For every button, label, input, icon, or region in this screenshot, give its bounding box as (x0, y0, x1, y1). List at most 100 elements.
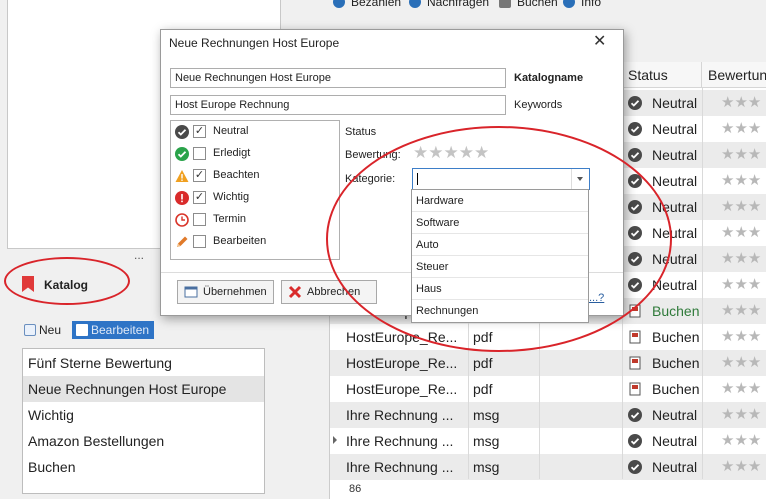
rating-stars[interactable]: ★★★ (721, 303, 761, 318)
column-header-rating[interactable]: Bewertung (702, 62, 766, 88)
star-icon[interactable]: ★ (721, 250, 734, 267)
star-icon[interactable]: ★ (734, 458, 747, 475)
star-icon[interactable]: ★ (734, 354, 747, 371)
star-icon[interactable]: ★ (748, 432, 761, 449)
list-item[interactable]: Wichtig (23, 402, 264, 428)
star-icon[interactable]: ★ (734, 224, 747, 241)
star-icon[interactable]: ★ (721, 406, 734, 423)
catalog-name-input[interactable] (170, 68, 506, 88)
rating-stars[interactable]: ★★★ (721, 251, 761, 266)
star-icon[interactable]: ★ (748, 146, 761, 163)
rating-stars[interactable]: ★★★ (721, 199, 761, 214)
inquire-button[interactable]: Nachfragen (409, 0, 489, 9)
table-row[interactable]: Ihre Rechnung ... msg Neutral ★★★ (330, 454, 766, 480)
table-row[interactable]: HostEurope_Re... pdf Buchen ★★★ (330, 376, 766, 402)
rating-stars[interactable]: ★★★ (721, 121, 761, 136)
list-item[interactable]: Fünf Sterne Bewertung (23, 350, 264, 376)
status-item-important[interactable]: ✓ Wichtig (171, 187, 339, 209)
star-icon[interactable]: ★ (748, 406, 761, 423)
rating-stars[interactable]: ★★★ (721, 407, 761, 422)
status-item-neutral[interactable]: ✓ Neutral (171, 121, 339, 143)
status-checkbox[interactable]: ✓ (193, 191, 206, 204)
star-icon[interactable]: ★ (734, 120, 747, 137)
rating-stars[interactable]: ★★★ (721, 277, 761, 292)
star-icon[interactable]: ★ (721, 380, 734, 397)
table-row[interactable]: HostEurope_Re... pdf Buchen ★★★ (330, 350, 766, 376)
star-icon[interactable]: ★ (748, 172, 761, 189)
list-item[interactable]: Buchen (23, 454, 264, 480)
star-icon[interactable]: ★ (721, 458, 734, 475)
close-icon[interactable]: ✕ (593, 34, 606, 50)
star-icon[interactable]: ★ (721, 302, 734, 319)
status-item-appointment[interactable]: Termin (171, 209, 339, 231)
star-icon[interactable]: ★ (734, 172, 747, 189)
rating-stars[interactable]: ★★★ (721, 173, 761, 188)
status-item-attention[interactable]: ✓ Beachten (171, 165, 339, 187)
rating-stars[interactable]: ★★★ (721, 433, 761, 448)
star-icon[interactable]: ★ (721, 224, 734, 241)
more-indicator[interactable]: ... (134, 248, 144, 262)
keywords-label: Keywords (514, 99, 563, 111)
star-icon[interactable]: ★ (734, 380, 747, 397)
pencil-icon (177, 236, 188, 247)
star-icon[interactable]: ★ (721, 432, 734, 449)
star-icon[interactable]: ★ (734, 432, 747, 449)
rating-stars[interactable]: ★★★ (721, 147, 761, 162)
new-catalog-button[interactable]: Neu (24, 321, 61, 339)
star-icon[interactable]: ★ (734, 328, 747, 345)
star-icon[interactable]: ★ (748, 328, 761, 345)
star-icon[interactable]: ★ (734, 94, 747, 111)
star-icon[interactable]: ★ (748, 94, 761, 111)
star-icon[interactable]: ★ (734, 250, 747, 267)
star-icon[interactable]: ★ (748, 458, 761, 475)
info-button[interactable]: Info (563, 0, 601, 9)
star-icon[interactable]: ★ (721, 146, 734, 163)
star-icon[interactable]: ★ (748, 120, 761, 137)
column-header-status[interactable]: Status (622, 62, 702, 88)
star-icon[interactable]: ★ (748, 354, 761, 371)
star-icon[interactable]: ★ (748, 224, 761, 241)
rating-stars[interactable]: ★★★ (721, 459, 761, 474)
keywords-input[interactable] (170, 95, 506, 115)
status-text: Neutral (652, 95, 698, 111)
star-icon[interactable]: ★ (748, 380, 761, 397)
rating-stars[interactable]: ★★★ (721, 95, 761, 110)
apply-button[interactable]: Übernehmen (177, 280, 274, 304)
star-icon[interactable]: ★ (734, 406, 747, 423)
star-icon[interactable]: ★ (734, 198, 747, 215)
status-item-edit[interactable]: Bearbeiten (171, 231, 339, 253)
star-icon[interactable]: ★ (748, 250, 761, 267)
status-checkbox[interactable]: ✓ (193, 169, 206, 182)
list-item[interactable]: Neue Rechnungen Host Europe (23, 376, 264, 402)
rating-stars[interactable]: ★★★ (721, 329, 761, 344)
star-icon[interactable]: ★ (734, 276, 747, 293)
status-checkbox[interactable]: ✓ (193, 125, 206, 138)
edit-catalog-button[interactable]: Bearbeiten (72, 321, 154, 339)
book-button[interactable]: Buchen (499, 0, 558, 9)
star-icon[interactable]: ★ (748, 198, 761, 215)
rating-stars[interactable]: ★★★ (721, 355, 761, 370)
status-item-done[interactable]: Erledigt (171, 143, 339, 165)
star-icon[interactable]: ★ (721, 276, 734, 293)
status-checkbox[interactable] (193, 147, 206, 160)
status-checkbox[interactable] (193, 213, 206, 226)
star-icon[interactable]: ★ (721, 94, 734, 111)
star-icon[interactable]: ★ (721, 120, 734, 137)
rating-stars[interactable]: ★★★ (721, 381, 761, 396)
status-checkbox[interactable] (193, 235, 206, 248)
table-row[interactable]: Ihre Rechnung ... msg Neutral ★★★ (330, 428, 766, 454)
rating-stars[interactable]: ★★★ (721, 225, 761, 240)
list-item[interactable]: Amazon Bestellungen (23, 428, 264, 454)
star-icon[interactable]: ★ (721, 172, 734, 189)
star-icon[interactable]: ★ (748, 302, 761, 319)
top-toolbar: Bezahlen Nachfragen Buchen Info (329, 0, 766, 14)
status-text: Buchen (652, 381, 700, 397)
star-icon[interactable]: ★ (721, 198, 734, 215)
star-icon[interactable]: ★ (734, 302, 747, 319)
pay-button[interactable]: Bezahlen (333, 0, 401, 9)
star-icon[interactable]: ★ (721, 328, 734, 345)
table-row[interactable]: Ihre Rechnung ... msg Neutral ★★★ (330, 402, 766, 428)
star-icon[interactable]: ★ (748, 276, 761, 293)
star-icon[interactable]: ★ (721, 354, 734, 371)
star-icon[interactable]: ★ (734, 146, 747, 163)
